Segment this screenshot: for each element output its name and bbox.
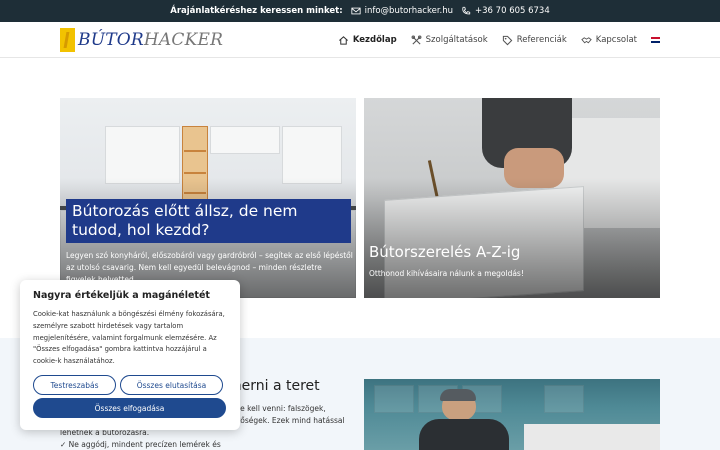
image-overlay bbox=[364, 178, 660, 298]
home-icon bbox=[338, 35, 348, 45]
nav-item-contact[interactable]: Kapcsolat bbox=[581, 35, 637, 46]
kitchen-upper-cabinet bbox=[282, 126, 342, 184]
site-header: BÚTORHACKER Kezdőlap Szolgáltatások Refe… bbox=[0, 22, 720, 58]
wall-tile bbox=[374, 385, 414, 413]
hero-card-kitchen[interactable]: Bútorozás előtt állsz, de nem tudod, hol… bbox=[60, 98, 356, 298]
reject-all-button[interactable]: Összes elutasítása bbox=[120, 375, 223, 395]
checklist-item: ✓ Ne aggódj, mindent precízen lemérek és… bbox=[60, 440, 221, 449]
wall-tile bbox=[544, 385, 584, 413]
card-title: Bútorozás előtt állsz, de nem tudod, hol… bbox=[66, 199, 351, 243]
site-logo[interactable]: BÚTORHACKER bbox=[60, 28, 223, 52]
main-nav: Kezdőlap Szolgáltatások Referenciák Kapc… bbox=[338, 22, 660, 58]
email-text: info@butorhacker.hu bbox=[364, 6, 454, 16]
english-flag-icon[interactable] bbox=[651, 37, 660, 43]
phone-text: +36 70 605 6734 bbox=[475, 6, 550, 16]
tag-icon bbox=[502, 35, 513, 45]
card-description: Otthonod kihívásaira nálunk a megoldás! bbox=[369, 269, 524, 278]
section-image bbox=[364, 379, 660, 450]
email-link[interactable]: info@butorhacker.hu bbox=[351, 6, 453, 16]
kitchen-upper-cabinet bbox=[105, 126, 180, 184]
shelf bbox=[184, 150, 206, 152]
cookie-consent-dialog: Nagyra értékeljük a magánéletét Cookie-k… bbox=[20, 280, 240, 430]
nav-item-references[interactable]: Referenciák bbox=[502, 35, 567, 46]
handshake-icon bbox=[581, 36, 592, 43]
kitchen-upper-cabinet bbox=[210, 126, 280, 154]
nav-item-home[interactable]: Kezdőlap bbox=[338, 35, 397, 46]
tools-icon bbox=[411, 35, 422, 45]
worker-body bbox=[419, 419, 509, 450]
quote-request-text: Árajánlatkéréshez keressen minket: bbox=[170, 6, 343, 16]
envelope-icon bbox=[351, 7, 361, 15]
section-heading: merni a teret bbox=[228, 378, 320, 394]
accept-all-button[interactable]: Összes elfogadása bbox=[33, 398, 226, 418]
nav-item-services[interactable]: Szolgáltatások bbox=[411, 35, 488, 46]
kitchen-counter bbox=[524, 424, 660, 450]
card-title: Bútorszerelés A-Z-ig bbox=[369, 243, 521, 261]
section-text-continued: lehetnek a bútorozásra. ✓ Ne aggódj, min… bbox=[60, 427, 240, 450]
top-contact-bar: Árajánlatkéréshez keressen minket: info@… bbox=[0, 0, 720, 22]
logo-text: BÚTORHACKER bbox=[78, 30, 224, 50]
section-text: mbe kell venni: falszögek, hetőségek. Ez… bbox=[228, 404, 345, 425]
phone-icon bbox=[462, 6, 471, 15]
phone-link[interactable]: +36 70 605 6734 bbox=[461, 6, 550, 16]
worker-cap bbox=[440, 389, 476, 401]
shelf bbox=[184, 172, 206, 174]
cookie-title: Nagyra értékeljük a magánéletét bbox=[33, 290, 210, 301]
customize-button[interactable]: Testreszabás bbox=[33, 375, 116, 395]
logo-mark-icon bbox=[60, 28, 75, 52]
hero-card-assembly[interactable]: Bútorszerelés A-Z-ig Otthonod kihívásair… bbox=[364, 98, 660, 298]
cookie-text: Cookie-kat használunk a böngészési élmén… bbox=[33, 310, 225, 366]
